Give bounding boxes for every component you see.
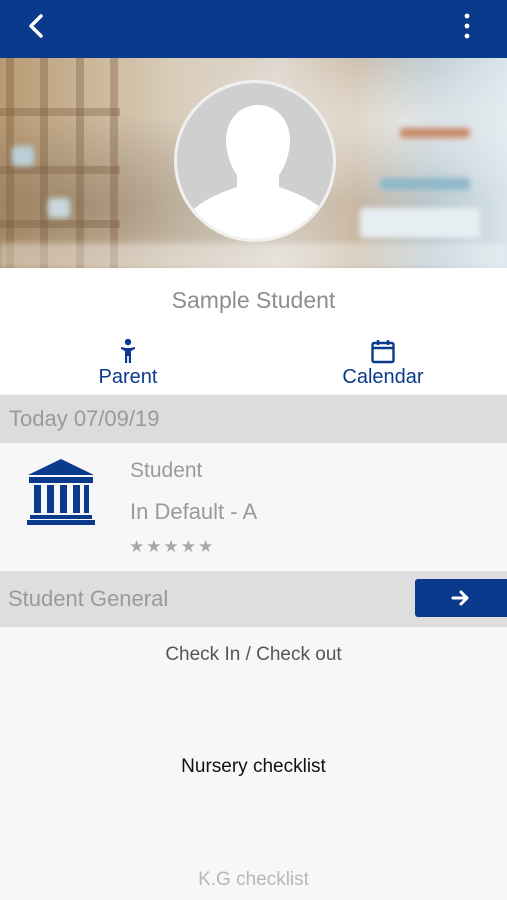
more-vertical-icon <box>464 13 470 39</box>
more-options-button[interactable] <box>455 8 479 44</box>
back-button[interactable] <box>18 8 54 44</box>
today-date-header: Today 07/09/19 <box>0 395 507 443</box>
rating-stars: ★★★★★ <box>129 537 216 556</box>
student-name: Sample Student <box>0 268 507 334</box>
student-general-label: Student General <box>8 586 169 611</box>
top-app-bar <box>0 0 507 58</box>
institution-building-icon <box>27 459 95 525</box>
quick-actions: Parent Calendar <box>0 334 507 394</box>
avatar[interactable] <box>174 80 336 242</box>
child-person-icon <box>68 338 188 364</box>
student-role: Student <box>130 459 203 482</box>
calendar-button[interactable]: Calendar <box>323 338 443 390</box>
parent-label: Parent <box>98 366 158 388</box>
chevron-left-icon <box>29 14 43 38</box>
student-general-header: Student General <box>0 571 507 627</box>
student-general-go-button[interactable] <box>415 579 507 617</box>
parent-button[interactable]: Parent <box>68 338 188 390</box>
check-in-out-item[interactable]: Check In / Check out <box>0 644 507 666</box>
arrow-right-icon <box>451 590 469 606</box>
calendar-icon <box>323 338 443 364</box>
calendar-label: Calendar <box>342 366 424 388</box>
checklist-menu: Check In / Check out Nursery checklist K… <box>0 627 507 900</box>
student-class-card[interactable]: Student In Default - A ★★★★★ <box>0 443 507 571</box>
nursery-checklist-item[interactable]: Nursery checklist <box>0 756 507 778</box>
kg-checklist-item[interactable]: K.G checklist <box>0 869 507 891</box>
user-silhouette-icon <box>183 105 333 239</box>
class-name: In Default - A <box>130 499 258 524</box>
